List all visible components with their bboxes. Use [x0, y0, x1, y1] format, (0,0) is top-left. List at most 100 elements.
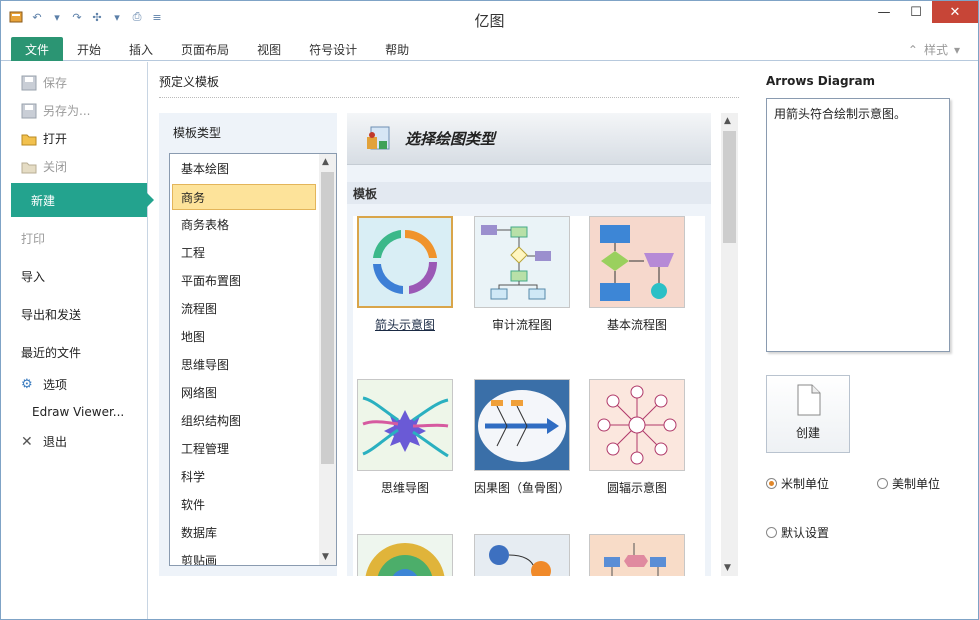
new-document-pane: 预定义模板 模板类型 基本绘图 商务 商务表格 工程 平面布置图 流程图 地图 … [149, 62, 749, 619]
minimize-button[interactable]: — [868, 1, 900, 23]
nav-recent[interactable]: 最近的文件 [21, 344, 81, 361]
category-item[interactable]: 数据库 [170, 518, 336, 546]
network-flow-thumbnail-icon [589, 534, 685, 576]
ribbon-tabs: 文件 开始 插入 页面布局 视图 符号设计 帮助 ⌃ 样式 ▾ [1, 37, 978, 61]
template-description: 用箭头符合绘制示意图。 [766, 98, 950, 352]
template-card[interactable]: 基本流程图 [585, 216, 689, 333]
tab-insert[interactable]: 插入 [115, 37, 167, 61]
chevron-down-icon: ▾ [953, 42, 960, 57]
app-window: ↶ ▾ ↷ ✣ ▾ ⎙ ≡ 亿图 — ☐ ✕ 文件 开始 插入 页面布局 视图 … [0, 0, 979, 620]
style-menu[interactable]: ⌃ 样式 ▾ [908, 41, 960, 58]
category-scrollbar[interactable]: ▲ ▼ [319, 154, 336, 565]
template-card[interactable]: 思维导图 [353, 379, 457, 496]
template-area: 选择绘图类型 模板 箭头示意图 审计流程图 基本流程图 思维导图 因果图（鱼骨图… [347, 113, 711, 576]
style-label: 样式 [923, 43, 948, 57]
template-label: 圆辐示意图 [606, 481, 667, 495]
category-item[interactable]: 基本绘图 [170, 154, 336, 182]
preview-title: Arrows Diagram [766, 74, 876, 88]
nav-exit-label: 退出 [43, 435, 68, 449]
scroll-down-icon[interactable]: ▼ [724, 563, 731, 573]
category-item[interactable]: 剪贴画 [170, 546, 336, 566]
category-list[interactable]: 基本绘图 商务 商务表格 工程 平面布置图 流程图 地图 思维导图 网络图 组织… [169, 153, 337, 566]
template-scrollbar[interactable]: ▲ ▼ [721, 113, 738, 576]
preset-templates-title: 预定义模板 [159, 75, 220, 89]
close-folder-icon [21, 159, 37, 175]
tab-home[interactable]: 开始 [63, 37, 115, 61]
radio-unselected-icon [766, 527, 777, 538]
nav-save-label: 保存 [43, 76, 68, 90]
nav-export[interactable]: 导出和发送 [21, 306, 81, 323]
category-item[interactable]: 工程管理 [170, 434, 336, 462]
nav-close-label: 关闭 [43, 160, 68, 174]
category-item[interactable]: 网络图 [170, 378, 336, 406]
templates-label: 模板 [347, 182, 711, 204]
template-card[interactable] [470, 534, 574, 576]
nav-save[interactable]: 保存 [21, 74, 67, 91]
template-label: 思维导图 [380, 481, 429, 495]
collapse-ribbon-icon[interactable]: ⌃ [908, 43, 918, 57]
template-label: 因果图（鱼骨图） [473, 481, 570, 495]
nav-exit[interactable]: ✕ 退出 [21, 433, 67, 450]
open-folder-icon [21, 131, 37, 147]
mindmap-thumbnail-icon [357, 379, 453, 471]
title-bar: ↶ ▾ ↷ ✣ ▾ ⎙ ≡ 亿图 — ☐ ✕ [1, 1, 978, 37]
nav-save-as[interactable]: 另存为... [21, 102, 90, 119]
app-title: 亿图 [474, 12, 505, 30]
scroll-up-icon[interactable]: ▲ [322, 157, 329, 167]
category-item[interactable]: 组织结构图 [170, 406, 336, 434]
unit-metric-label: 米制单位 [781, 477, 830, 491]
template-card[interactable]: 审计流程图 [470, 216, 574, 333]
nav-new[interactable]: 新建 [11, 183, 154, 217]
tab-view[interactable]: 视图 [243, 37, 295, 61]
category-scroll-thumb[interactable] [321, 172, 334, 464]
default-settings-radio[interactable]: 默认设置 [766, 524, 829, 541]
category-item[interactable]: 软件 [170, 490, 336, 518]
template-scroll-thumb[interactable] [723, 131, 736, 243]
category-item-selected[interactable]: 商务 [172, 184, 316, 210]
nav-open[interactable]: 打开 [21, 130, 67, 147]
nav-open-label: 打开 [43, 132, 68, 146]
unit-us-label: 美制单位 [892, 477, 941, 491]
category-item[interactable]: 科学 [170, 462, 336, 490]
banner: 选择绘图类型 [347, 113, 711, 165]
maximize-button[interactable]: ☐ [900, 1, 932, 23]
category-item[interactable]: 工程 [170, 238, 336, 266]
template-card[interactable]: 因果图（鱼骨图） [470, 379, 574, 496]
nav-import[interactable]: 导入 [21, 268, 45, 285]
audit-flowchart-thumbnail-icon [474, 216, 570, 308]
tab-page-layout[interactable]: 页面布局 [167, 37, 243, 61]
scroll-up-icon[interactable]: ▲ [724, 116, 731, 126]
window-controls: — ☐ ✕ [868, 1, 978, 23]
category-item[interactable]: 思维导图 [170, 350, 336, 378]
tab-help[interactable]: 帮助 [371, 37, 423, 61]
nav-close[interactable]: 关闭 [21, 158, 67, 175]
template-card[interactable] [353, 534, 457, 576]
create-button[interactable]: 创建 [766, 375, 850, 453]
template-card[interactable]: 圆辐示意图 [585, 379, 689, 496]
template-label: 箭头示意图 [374, 318, 435, 332]
template-card[interactable] [585, 534, 689, 576]
save-icon [21, 75, 37, 91]
process-circles-thumbnail-icon [474, 534, 570, 576]
scroll-down-icon[interactable]: ▼ [322, 552, 329, 562]
category-item[interactable]: 流程图 [170, 294, 336, 322]
unit-metric-radio[interactable]: 米制单位 [766, 475, 829, 492]
new-document-icon [797, 384, 821, 416]
nav-print[interactable]: 打印 [21, 230, 45, 247]
template-card-selected[interactable]: 箭头示意图 [353, 216, 457, 333]
radio-unselected-icon [877, 478, 888, 489]
category-item[interactable]: 平面布置图 [170, 266, 336, 294]
nav-viewer[interactable]: Edraw Viewer... [32, 405, 124, 419]
close-button[interactable]: ✕ [932, 1, 978, 23]
backstage-nav: 保存 另存为... 打开 关闭 新建 打印 导入 导出和发送 最近的文件 ⚙ 选… [1, 62, 154, 619]
unit-us-radio[interactable]: 美制单位 [877, 475, 940, 492]
nav-save-as-label: 另存为... [43, 104, 91, 118]
tab-symbol-design[interactable]: 符号设计 [295, 37, 371, 61]
template-label: 审计流程图 [491, 318, 552, 332]
tab-file[interactable]: 文件 [11, 37, 64, 61]
category-item[interactable]: 商务表格 [170, 210, 336, 238]
preview-panel: Arrows Diagram 用箭头符合绘制示意图。 创建 米制单位 美制单位 … [750, 62, 978, 619]
category-item[interactable]: 地图 [170, 322, 336, 350]
nav-options[interactable]: ⚙ 选项 [21, 376, 67, 393]
save-as-icon [21, 103, 37, 119]
